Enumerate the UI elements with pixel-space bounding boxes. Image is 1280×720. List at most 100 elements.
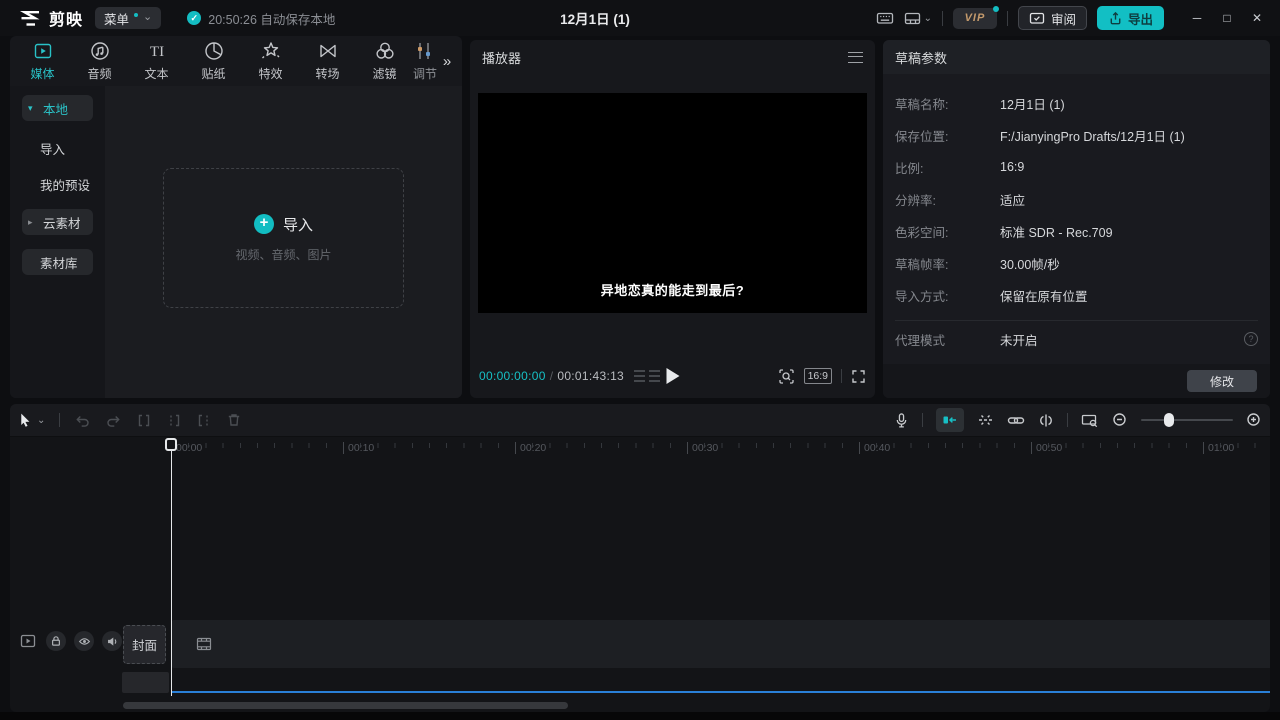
maximize-button[interactable]: □	[1212, 3, 1242, 33]
mute-track-button[interactable]	[102, 631, 122, 651]
import-dropzone[interactable]: + 导入 视频、音频、图片	[163, 168, 404, 308]
timeline-horizontal-scrollbar[interactable]	[123, 702, 568, 709]
linkage-toggle[interactable]	[1007, 414, 1025, 427]
main-track-magnet-toggle[interactable]	[936, 408, 964, 432]
main-video-track[interactable]	[171, 620, 1270, 668]
app-logo: 剪映	[0, 6, 95, 30]
preview-axis-toggle[interactable]	[1038, 413, 1054, 428]
sidebar-item-local[interactable]: ▾ 本地	[22, 95, 93, 121]
ruler-label: 00:10	[343, 442, 374, 454]
vip-dot	[993, 6, 999, 12]
sidebar-item-my-presets[interactable]: 我的预设	[22, 171, 93, 197]
triangle-down-icon: ▾	[28, 103, 38, 114]
export-icon	[1108, 11, 1123, 26]
chevron-down-icon: ⌄	[924, 13, 932, 24]
aspect-ratio-button[interactable]: 16:9	[804, 368, 832, 384]
layout-switch-button[interactable]: ⌄	[904, 11, 932, 26]
proxy-mode-row: 代理模式 未开启 ?	[883, 323, 1270, 355]
fit-timeline-button[interactable]	[1081, 413, 1099, 428]
shortcut-keyboard-icon[interactable]	[876, 10, 894, 26]
divider	[895, 320, 1258, 321]
tab-media[interactable]: 媒体	[14, 36, 71, 86]
sidebar-item-material-library[interactable]: 素材库	[22, 249, 93, 275]
auto-snap-toggle[interactable]	[977, 412, 994, 428]
autosave-status: ✓ 20:50:26 自动保存本地	[187, 9, 335, 28]
tab-filters[interactable]: 滤镜	[356, 36, 413, 86]
cover-button[interactable]: 封面	[123, 625, 166, 664]
tab-text[interactable]: TI 文本	[128, 36, 185, 86]
menu-button[interactable]: 菜单 ⌄	[95, 7, 161, 29]
sticker-icon	[203, 40, 225, 62]
sidebar-item-cloud-material[interactable]: ▸ 云素材	[22, 209, 93, 235]
tab-adjust[interactable]: 调节	[413, 36, 437, 86]
app-name: 剪映	[49, 6, 83, 30]
project-title: 12月1日 (1)	[520, 8, 670, 28]
cursor-icon	[18, 412, 33, 428]
draft-parameters-panel: 草稿参数 草稿名称: 12月1日 (1) 保存位置: F:/JianyingPr…	[883, 40, 1270, 398]
sidebar-item-import[interactable]: 导入	[22, 135, 93, 161]
zoom-out-button[interactable]	[1112, 412, 1128, 428]
playhead-line	[171, 438, 172, 696]
total-duration: 00:01:43:13	[557, 369, 624, 383]
track-header-controls	[18, 631, 122, 651]
playhead-handle[interactable]	[165, 438, 177, 451]
delete-right-button[interactable]	[196, 413, 212, 428]
preview-quality-icons[interactable]	[634, 370, 660, 382]
hide-track-button[interactable]	[74, 631, 94, 651]
triangle-right-icon: ▸	[28, 217, 38, 228]
chevron-down-icon: ⌄	[143, 10, 152, 23]
lock-track-button[interactable]	[46, 631, 66, 651]
expand-tabs-button[interactable]: »	[436, 50, 458, 72]
media-sidebar: ▾ 本地 导入 我的预设 ▸ 云素材 素材库	[10, 86, 105, 398]
player-menu-icon[interactable]	[848, 52, 863, 63]
divider	[59, 413, 60, 427]
tab-effects[interactable]: 特效	[242, 36, 299, 86]
review-icon	[1029, 11, 1045, 26]
window-bottom-edge	[0, 712, 1280, 720]
adjust-icon	[413, 40, 435, 62]
ruler-minor-ticks	[171, 443, 1266, 448]
preview-focus-icon[interactable]	[778, 368, 795, 385]
modify-button[interactable]: 修改	[1187, 370, 1257, 392]
property-row: 草稿名称: 12月1日 (1)	[883, 87, 1270, 119]
minimize-button[interactable]: ─	[1182, 3, 1212, 33]
close-button[interactable]: ✕	[1242, 3, 1272, 33]
slider-handle[interactable]	[1164, 413, 1174, 427]
divider	[1007, 11, 1008, 26]
track-preview-icon[interactable]	[18, 631, 38, 651]
timeline-ruler[interactable]: 00:00 00:10 00:20 00:30 00:40 00:50 01:0…	[10, 438, 1270, 460]
export-button[interactable]: 导出	[1097, 6, 1164, 30]
player-panel: 播放器 异地恋真的能走到最后? 00:00:00:00/00:01:43:13 …	[470, 40, 875, 398]
delete-button[interactable]	[226, 412, 242, 428]
menu-badge-dot	[134, 13, 138, 17]
tab-audio[interactable]: 音频	[71, 36, 128, 86]
media-content-area: + 导入 视频、音频、图片	[105, 86, 462, 398]
split-button[interactable]	[136, 413, 152, 428]
tab-transitions[interactable]: 转场	[299, 36, 356, 86]
ruler-label: 00:20	[515, 442, 546, 454]
timeline-zoom-slider[interactable]	[1141, 413, 1233, 427]
chevron-down-icon: ⌄	[37, 415, 45, 426]
redo-button[interactable]	[105, 413, 122, 428]
review-button[interactable]: 审阅	[1018, 6, 1087, 30]
zoom-in-button[interactable]	[1246, 412, 1262, 428]
divider	[1067, 413, 1068, 427]
tab-sticker[interactable]: 贴纸	[185, 36, 242, 86]
topbar: 剪映 菜单 ⌄ ✓ 20:50:26 自动保存本地 12月1日 (1) ⌄ VI…	[0, 0, 1280, 36]
video-preview[interactable]: 异地恋真的能走到最后?	[478, 93, 867, 313]
audio-track-line	[171, 691, 1270, 693]
vip-badge[interactable]: VIP	[953, 8, 997, 29]
delete-left-button[interactable]	[166, 413, 182, 428]
ruler-label: 00:40	[859, 442, 890, 454]
property-row: 比例: 16:9	[883, 151, 1270, 183]
play-button[interactable]	[666, 368, 679, 384]
ruler-label: 00:30	[687, 442, 718, 454]
undo-button[interactable]	[74, 413, 91, 428]
collapsed-track-stub[interactable]	[122, 672, 169, 693]
timeline-panel: ⌄	[10, 404, 1270, 712]
fullscreen-icon[interactable]	[851, 369, 866, 384]
export-label: 导出	[1128, 9, 1153, 28]
help-icon[interactable]: ?	[1244, 332, 1258, 346]
select-tool-button[interactable]: ⌄	[18, 412, 45, 428]
record-audio-button[interactable]	[894, 412, 909, 429]
